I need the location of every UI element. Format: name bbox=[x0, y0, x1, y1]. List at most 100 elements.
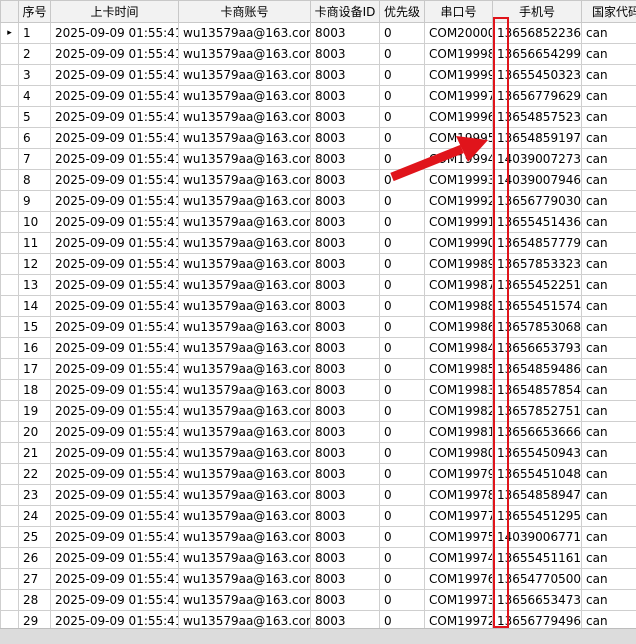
table-cell[interactable]: COM19976 bbox=[425, 569, 493, 590]
table-cell[interactable]: 8003 bbox=[311, 233, 380, 254]
table-cell[interactable]: 8003 bbox=[311, 212, 380, 233]
table-cell[interactable]: 8003 bbox=[311, 128, 380, 149]
row-header-cell[interactable] bbox=[1, 317, 19, 338]
table-cell[interactable]: COM19998 bbox=[425, 44, 493, 65]
table-cell[interactable]: 8003 bbox=[311, 611, 380, 629]
table-cell[interactable]: COM20000 bbox=[425, 23, 493, 44]
table-cell[interactable]: 25 bbox=[19, 527, 51, 548]
table-cell[interactable]: 8003 bbox=[311, 443, 380, 464]
table-cell[interactable]: COM19981 bbox=[425, 422, 493, 443]
table-cell[interactable]: can bbox=[582, 422, 636, 443]
table-cell[interactable]: can bbox=[582, 590, 636, 611]
table-cell[interactable]: 5 bbox=[19, 107, 51, 128]
table-cell[interactable]: COM19992 bbox=[425, 191, 493, 212]
table-cell[interactable]: 8003 bbox=[311, 275, 380, 296]
table-row[interactable]: 52025-09-09 01:55:41wu13579aa@163.com800… bbox=[1, 107, 636, 128]
table-cell[interactable]: COM19978 bbox=[425, 485, 493, 506]
table-cell[interactable]: 0 bbox=[380, 128, 425, 149]
table-cell[interactable]: 2025-09-09 01:55:41 bbox=[51, 128, 179, 149]
table-cell[interactable]: 2025-09-09 01:55:41 bbox=[51, 170, 179, 191]
table-cell[interactable]: 0 bbox=[380, 65, 425, 86]
table-cell[interactable]: 13656653666 bbox=[493, 422, 582, 443]
table-cell[interactable]: 8003 bbox=[311, 107, 380, 128]
table-cell[interactable]: 8003 bbox=[311, 338, 380, 359]
table-row[interactable]: 252025-09-09 01:55:41wu13579aa@163.com80… bbox=[1, 527, 636, 548]
row-header-cell[interactable] bbox=[1, 485, 19, 506]
table-cell[interactable]: COM19990 bbox=[425, 233, 493, 254]
table-cell[interactable]: COM19975 bbox=[425, 527, 493, 548]
table-cell[interactable]: 2025-09-09 01:55:41 bbox=[51, 548, 179, 569]
table-cell[interactable]: 2025-09-09 01:55:41 bbox=[51, 317, 179, 338]
table-cell[interactable]: 17 bbox=[19, 359, 51, 380]
table-cell[interactable]: 8003 bbox=[311, 548, 380, 569]
row-header-cell[interactable] bbox=[1, 128, 19, 149]
table-cell[interactable]: can bbox=[582, 212, 636, 233]
table-cell[interactable]: can bbox=[582, 317, 636, 338]
table-cell[interactable]: COM19999 bbox=[425, 65, 493, 86]
table-cell[interactable]: wu13579aa@163.com bbox=[179, 191, 311, 212]
row-header-cell[interactable]: ▸ bbox=[1, 23, 19, 44]
table-cell[interactable]: COM19987 bbox=[425, 275, 493, 296]
row-header-cell[interactable] bbox=[1, 338, 19, 359]
table-cell[interactable]: 14039007946 bbox=[493, 170, 582, 191]
row-header-cell[interactable] bbox=[1, 254, 19, 275]
table-cell[interactable]: COM19988 bbox=[425, 296, 493, 317]
table-cell[interactable]: wu13579aa@163.com bbox=[179, 128, 311, 149]
table-cell[interactable]: can bbox=[582, 149, 636, 170]
table-cell[interactable]: 0 bbox=[380, 86, 425, 107]
table-cell[interactable]: 13656779030 bbox=[493, 191, 582, 212]
table-cell[interactable]: 29 bbox=[19, 611, 51, 629]
table-cell[interactable]: can bbox=[582, 233, 636, 254]
table-cell[interactable]: wu13579aa@163.com bbox=[179, 107, 311, 128]
table-cell[interactable]: 2025-09-09 01:55:41 bbox=[51, 527, 179, 548]
table-cell[interactable]: 0 bbox=[380, 380, 425, 401]
table-cell[interactable]: 0 bbox=[380, 590, 425, 611]
table-cell[interactable]: wu13579aa@163.com bbox=[179, 569, 311, 590]
table-cell[interactable]: COM19974 bbox=[425, 548, 493, 569]
table-cell[interactable]: 13654857779 bbox=[493, 233, 582, 254]
row-header-cell[interactable] bbox=[1, 590, 19, 611]
table-cell[interactable]: 24 bbox=[19, 506, 51, 527]
table-cell[interactable]: COM19986 bbox=[425, 317, 493, 338]
table-cell[interactable]: can bbox=[582, 569, 636, 590]
table-cell[interactable]: can bbox=[582, 548, 636, 569]
table-cell[interactable]: wu13579aa@163.com bbox=[179, 275, 311, 296]
table-row[interactable]: 192025-09-09 01:55:41wu13579aa@163.com80… bbox=[1, 401, 636, 422]
table-cell[interactable]: 2025-09-09 01:55:41 bbox=[51, 464, 179, 485]
table-cell[interactable]: can bbox=[582, 275, 636, 296]
table-row[interactable]: 32025-09-09 01:55:41wu13579aa@163.com800… bbox=[1, 65, 636, 86]
table-cell[interactable]: 0 bbox=[380, 170, 425, 191]
table-cell[interactable]: 13656654299 bbox=[493, 44, 582, 65]
table-cell[interactable]: 13654770500 bbox=[493, 569, 582, 590]
table-cell[interactable]: can bbox=[582, 296, 636, 317]
table-cell[interactable]: 13655450323 bbox=[493, 65, 582, 86]
table-row[interactable]: 132025-09-09 01:55:41wu13579aa@163.com80… bbox=[1, 275, 636, 296]
table-cell[interactable]: 8003 bbox=[311, 359, 380, 380]
table-cell[interactable]: can bbox=[582, 254, 636, 275]
table-cell[interactable]: 13656653473 bbox=[493, 590, 582, 611]
table-cell[interactable]: can bbox=[582, 611, 636, 629]
table-cell[interactable]: wu13579aa@163.com bbox=[179, 44, 311, 65]
table-cell[interactable]: wu13579aa@163.com bbox=[179, 611, 311, 629]
horizontal-scrollbar[interactable] bbox=[0, 628, 636, 644]
table-cell[interactable]: 22 bbox=[19, 464, 51, 485]
column-header[interactable]: 卡商设备ID bbox=[311, 1, 380, 23]
table-cell[interactable]: 8003 bbox=[311, 191, 380, 212]
table-cell[interactable]: wu13579aa@163.com bbox=[179, 338, 311, 359]
table-cell[interactable]: wu13579aa@163.com bbox=[179, 212, 311, 233]
table-cell[interactable]: 13654859486 bbox=[493, 359, 582, 380]
column-header[interactable]: 国家代码 bbox=[582, 1, 636, 23]
table-cell[interactable]: 0 bbox=[380, 233, 425, 254]
table-cell[interactable]: can bbox=[582, 380, 636, 401]
table-cell[interactable]: 13654858947 bbox=[493, 485, 582, 506]
table-cell[interactable]: COM19994 bbox=[425, 149, 493, 170]
row-header-cell[interactable] bbox=[1, 506, 19, 527]
table-cell[interactable]: 0 bbox=[380, 359, 425, 380]
table-cell[interactable]: 2025-09-09 01:55:41 bbox=[51, 65, 179, 86]
table-cell[interactable]: 14 bbox=[19, 296, 51, 317]
table-cell[interactable]: 0 bbox=[380, 569, 425, 590]
row-header-cell[interactable] bbox=[1, 107, 19, 128]
row-header-cell[interactable] bbox=[1, 191, 19, 212]
table-cell[interactable]: 26 bbox=[19, 548, 51, 569]
table-cell[interactable]: 2025-09-09 01:55:41 bbox=[51, 233, 179, 254]
